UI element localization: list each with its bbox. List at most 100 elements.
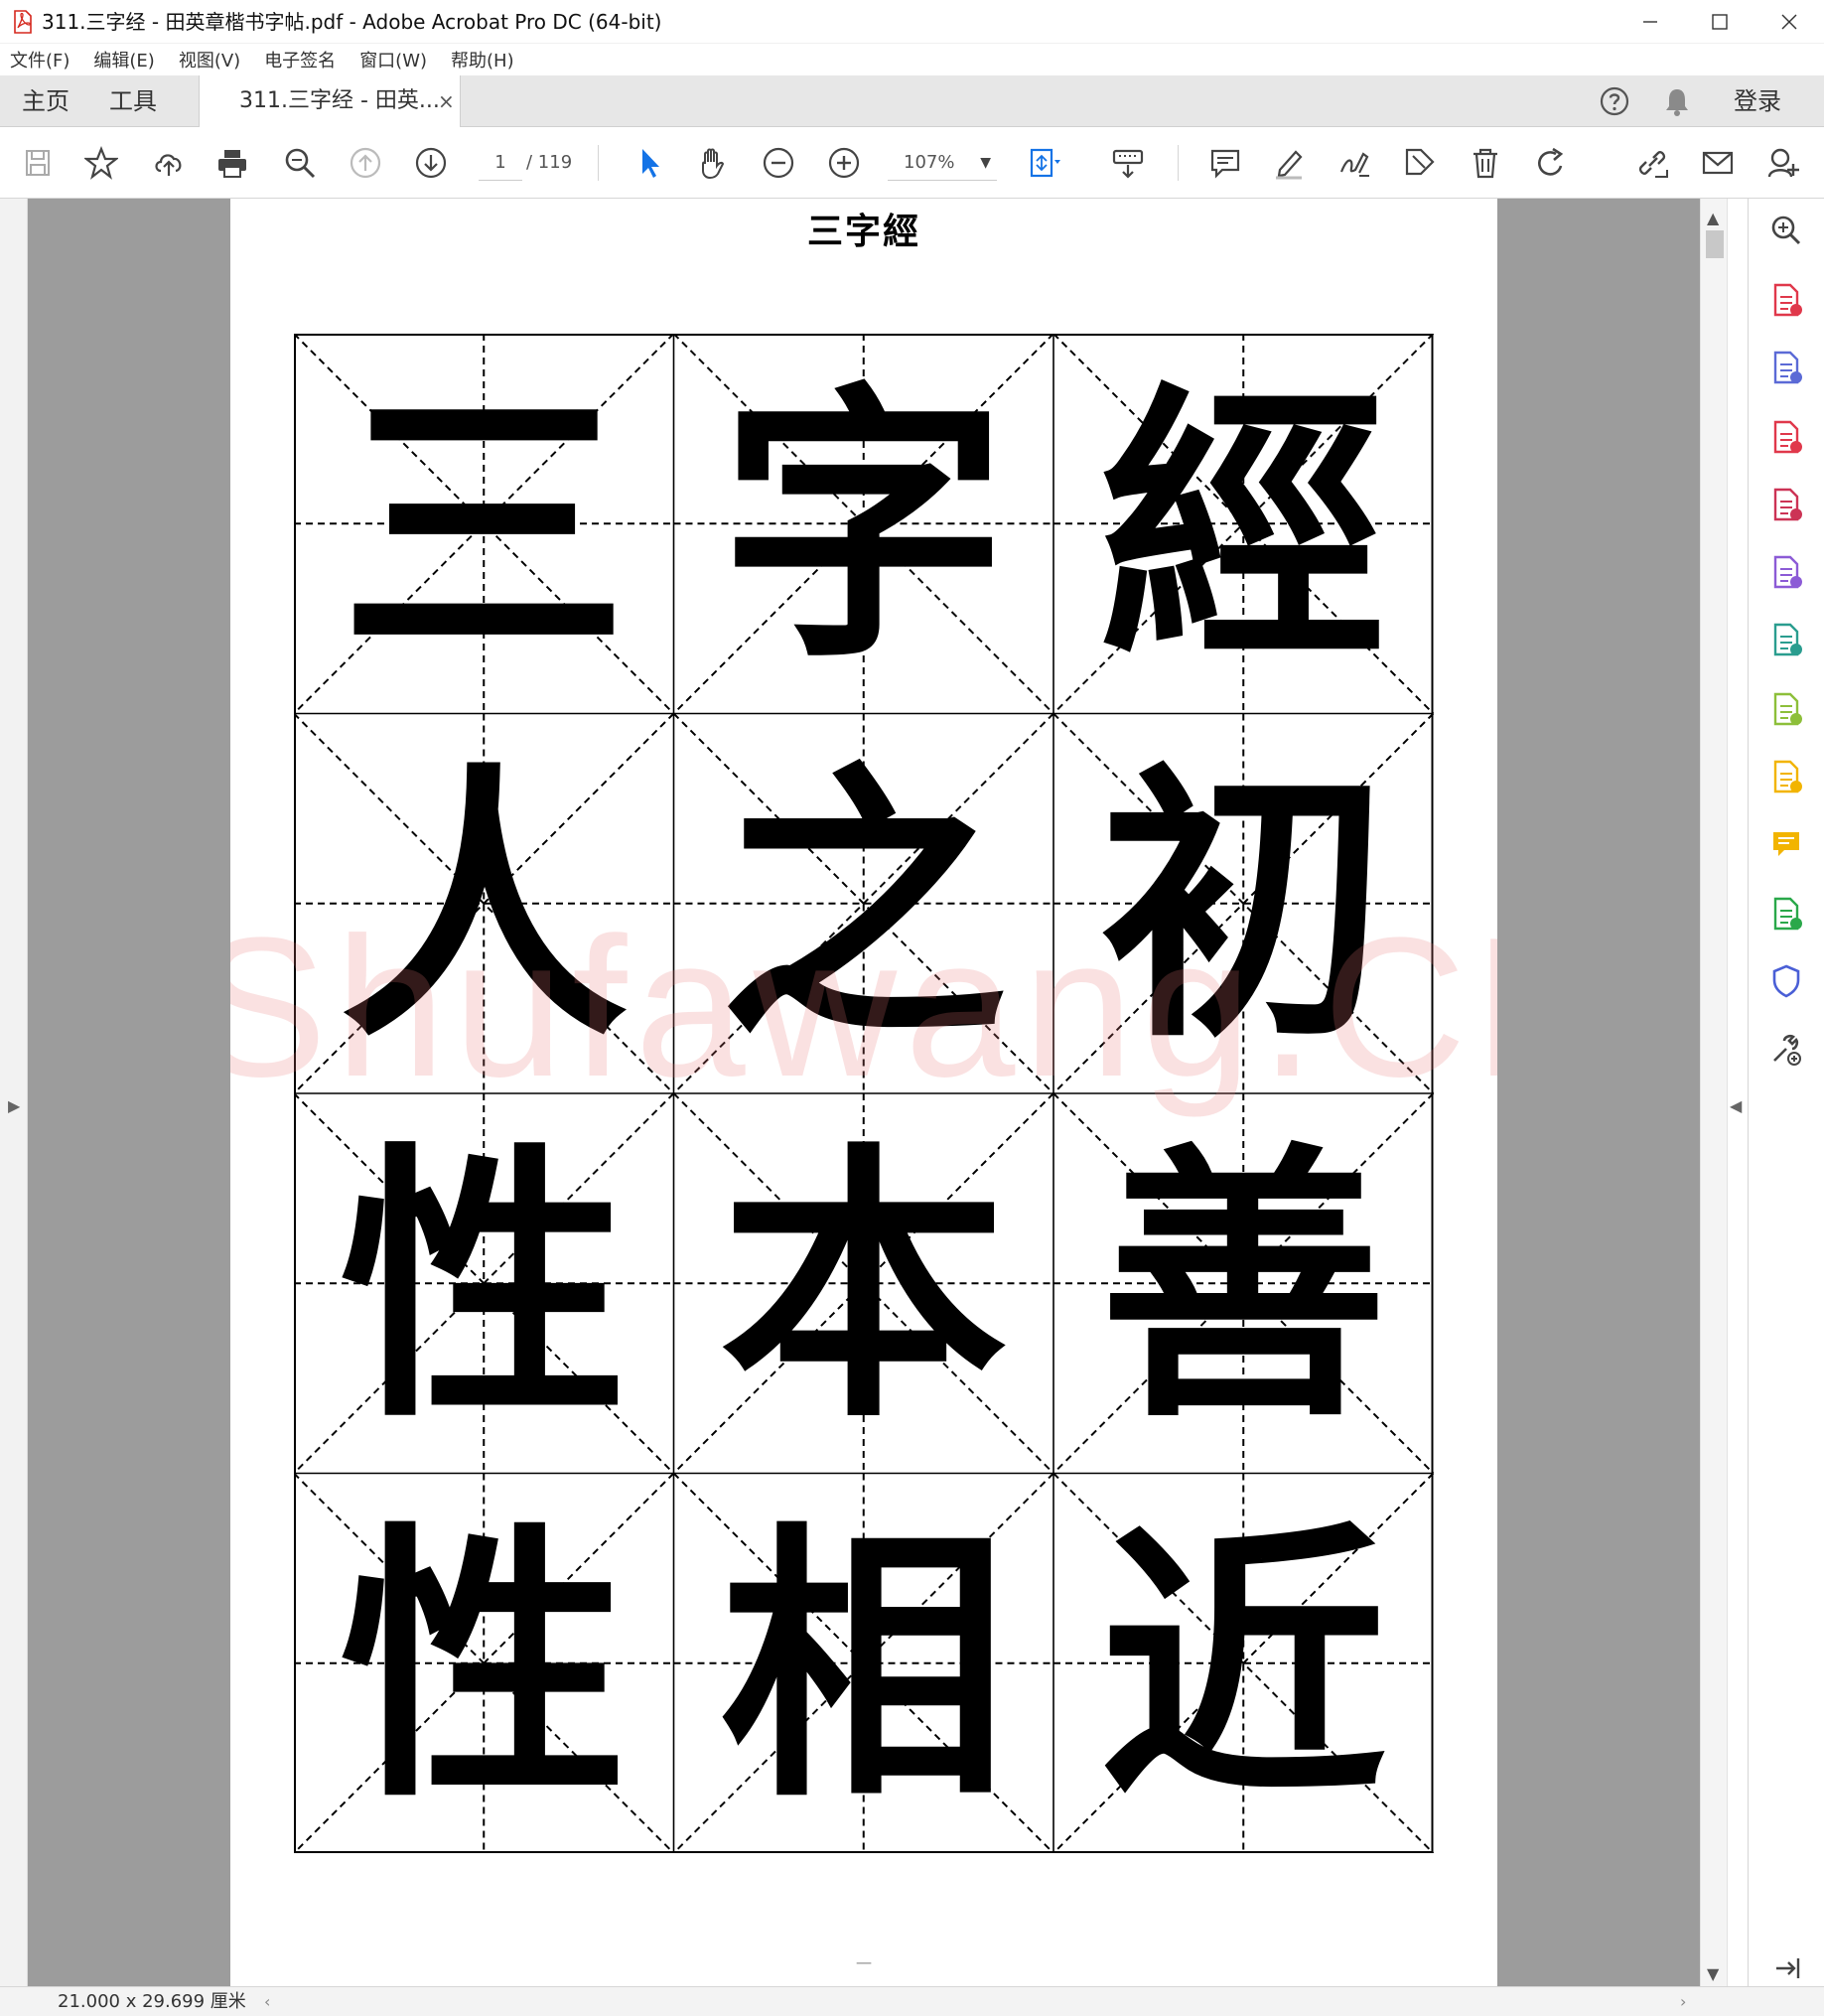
collapse-right-icon [1776, 1958, 1800, 1978]
menu-edit[interactable]: 编辑(E) [93, 47, 154, 72]
keyboard-icon [1112, 149, 1144, 179]
scrollbar-thumb[interactable] [1706, 230, 1724, 258]
zoom-out-button[interactable] [759, 143, 798, 183]
calligraphy-character: 相 [720, 1499, 1008, 1836]
minimize-icon [1643, 21, 1657, 23]
status-bar: 21.000 x 29.699 厘米 ‹ › [0, 1986, 1824, 2016]
scroll-right-icon[interactable]: › [1680, 1989, 1686, 2015]
document-viewer[interactable]: ▶ 三字經 三字經人之初性本善性相近 Shufawang.CN 一 ▲ ▼ ◀ [0, 199, 1748, 1986]
scan-tool-button[interactable] [1766, 894, 1806, 934]
edit-stamp-icon [1405, 148, 1435, 176]
chevron-left-icon: ◀ [1730, 1096, 1743, 1115]
close-window-button[interactable] [1754, 0, 1824, 44]
send-track-tool-button[interactable] [1766, 620, 1806, 659]
help-circle-icon[interactable] [1599, 85, 1630, 117]
export-pdf-tool-button[interactable] [1766, 348, 1806, 387]
keyboard-tool-button[interactable] [1108, 143, 1148, 183]
scroll-left-icon[interactable]: ‹ [264, 1989, 270, 2015]
print-button[interactable] [212, 143, 252, 183]
document-tab-close-icon[interactable]: × [438, 89, 455, 113]
menu-view[interactable]: 视图(V) [179, 47, 240, 72]
minimize-button[interactable] [1615, 0, 1685, 44]
select-tool-button[interactable] [630, 143, 669, 183]
highlight-button[interactable] [1269, 143, 1309, 183]
calligraphy-character: 三 [340, 359, 628, 696]
edit-pdf-icon [1773, 488, 1802, 521]
rotate-button[interactable] [1531, 143, 1571, 183]
vertical-scrollbar[interactable]: ▲ ▼ [1700, 199, 1728, 1986]
page-footer: 一 [856, 1954, 873, 1973]
more-tools-icon [1773, 1034, 1801, 1066]
stamp-button[interactable] [1400, 143, 1440, 183]
tools-sidebar [1748, 199, 1824, 1986]
upload-button[interactable] [149, 143, 189, 183]
page-up-icon [350, 147, 381, 179]
edit-pdf-tool-button[interactable] [1766, 485, 1806, 524]
email-icon [1702, 151, 1734, 175]
close-icon [1781, 14, 1797, 30]
more-tools-tool-button[interactable] [1766, 1031, 1806, 1071]
calligraphy-character: 本 [720, 1118, 1008, 1456]
next-page-button[interactable] [411, 143, 451, 183]
calligraphy-character: 經 [1099, 359, 1387, 696]
comment-button[interactable] [1205, 143, 1245, 183]
previous-page-button[interactable] [346, 143, 385, 183]
delete-button[interactable] [1466, 143, 1505, 183]
comment-tool-icon [1773, 832, 1799, 856]
menu-file[interactable]: 文件(F) [10, 47, 70, 72]
compare-tool-button[interactable] [1766, 689, 1806, 729]
calligraphy-grid: 三字經人之初性本善性相近 [294, 334, 1434, 1853]
protect-icon [1772, 964, 1800, 998]
create-pdf-tool-button[interactable] [1766, 280, 1806, 320]
toolbar-divider [1178, 145, 1179, 181]
menu-esign[interactable]: 电子签名 [264, 47, 336, 72]
chevron-right-icon: ▶ [8, 1096, 21, 1115]
login-button[interactable]: 登录 [1734, 75, 1781, 127]
tab-document[interactable]: 311.三字经 - 田英... × [199, 75, 461, 128]
maximize-button[interactable] [1685, 0, 1754, 44]
left-panel-toggle[interactable]: ▶ [0, 199, 28, 1986]
document-tab-label: 311.三字经 - 田英... [239, 88, 440, 113]
chevron-down-icon: ▼ [980, 155, 991, 171]
tab-tools[interactable]: 工具 [109, 75, 157, 127]
zoom-in-button[interactable] [824, 143, 864, 183]
fill-sign-tool-button[interactable] [1766, 552, 1806, 592]
bell-icon[interactable] [1662, 85, 1692, 117]
scroll-up-icon[interactable]: ▲ [1707, 209, 1719, 227]
right-panel-toggle[interactable]: ◀ [1728, 199, 1748, 1986]
find-button[interactable] [280, 143, 320, 183]
edit-doc-tool-button[interactable] [1766, 757, 1806, 796]
canvas-margin-left [28, 199, 230, 1986]
sign-button[interactable] [1334, 143, 1374, 183]
title-bar: 311.三字经 - 田英章楷书字帖.pdf - Adobe Acrobat Pr… [0, 0, 1824, 44]
add-user-button[interactable] [1763, 143, 1803, 183]
page-fit-button[interactable] [1025, 143, 1064, 183]
tab-home[interactable]: 主页 [22, 75, 70, 127]
hand-tool-button[interactable] [693, 143, 733, 183]
bookmark-button[interactable] [81, 143, 121, 183]
page-fit-icon [1030, 148, 1060, 178]
protect-tool-button[interactable] [1766, 961, 1806, 1001]
share-link-button[interactable] [1632, 143, 1672, 183]
acrobat-pdf-icon [14, 10, 32, 34]
search-zoom-icon [285, 148, 316, 179]
zoom-level-select[interactable]: 107% ▼ [888, 145, 997, 181]
collapse-pane-button[interactable] [1766, 1948, 1806, 1988]
menu-window[interactable]: 窗口(W) [359, 47, 427, 72]
calligraphy-character: 之 [720, 739, 1008, 1077]
page-number-input[interactable]: 1 [479, 145, 522, 181]
scan-icon [1773, 897, 1802, 931]
menu-bar: 文件(F) 编辑(E) 视图(V) 电子签名 窗口(W) 帮助(H) [0, 44, 1824, 75]
calligraphy-character: 善 [1099, 1118, 1387, 1456]
sign-icon [1339, 152, 1369, 177]
comment-tool-tool-button[interactable] [1766, 824, 1806, 864]
organize-pages-tool-button[interactable] [1766, 417, 1806, 457]
bookmark-star-icon [84, 146, 118, 180]
organize-pages-icon [1773, 420, 1802, 454]
email-button[interactable] [1698, 143, 1738, 183]
menu-help[interactable]: 帮助(H) [451, 47, 514, 72]
save-button[interactable] [18, 143, 58, 183]
tab-bar: 主页 工具 311.三字经 - 田英... × 登录 [0, 75, 1824, 128]
zoom-search-tool-button[interactable] [1766, 211, 1806, 250]
scroll-down-icon[interactable]: ▼ [1707, 1964, 1719, 1983]
